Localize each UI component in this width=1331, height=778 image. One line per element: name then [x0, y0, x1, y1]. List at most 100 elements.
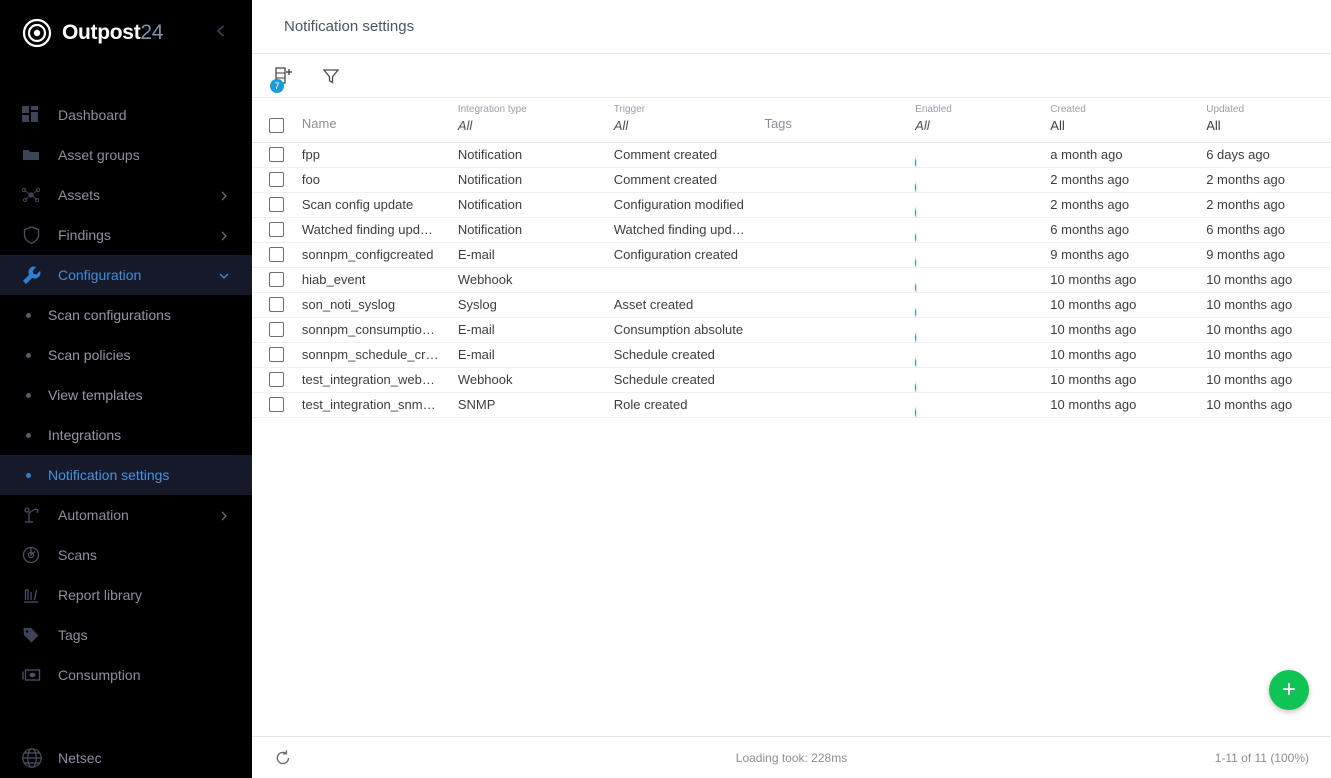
select-all-checkbox[interactable]: [269, 117, 285, 133]
table-toolbar: 7: [252, 54, 1331, 98]
row-integration-type-cell: E-mail: [457, 342, 614, 368]
row-enabled-cell: [915, 342, 1051, 368]
row-name-cell: fpp: [301, 141, 458, 168]
toggle-knob: [915, 377, 917, 391]
row-checkbox[interactable]: [269, 222, 285, 237]
row-updated-cell: 10 months ago: [1206, 317, 1331, 343]
column-filter-created[interactable]: All: [1050, 118, 1206, 133]
chevron-left-icon[interactable]: [210, 20, 232, 42]
row-checkbox[interactable]: [269, 297, 285, 312]
row-trigger-cell: Schedule created: [613, 367, 765, 393]
table-row[interactable]: sonnpm_configcreated E-mail Configuration …: [252, 242, 1331, 268]
table-row[interactable]: fpp Notification Comment created a month ag…: [252, 141, 1331, 168]
row-checkbox[interactable]: [269, 347, 285, 362]
row-name-cell: Watched finding upd…: [301, 217, 458, 243]
column-filter-updated[interactable]: All: [1206, 118, 1331, 133]
sidebar-item-label: Netsec: [58, 750, 102, 766]
row-name-cell: hiab_event: [301, 267, 458, 293]
row-enabled-cell: [915, 267, 1051, 293]
folder-icon: [20, 144, 42, 166]
table-row[interactable]: son_noti_syslog Syslog Asset created 10 mon…: [252, 292, 1331, 318]
row-select-cell: [252, 242, 302, 268]
table-row[interactable]: test_integration_snm… SNMP Role created 10 …: [252, 392, 1331, 418]
column-header-tags[interactable]: Tags: [764, 98, 916, 143]
column-add-icon[interactable]: 7: [270, 63, 296, 93]
column-filter-integration-type[interactable]: All: [458, 118, 614, 133]
row-name-cell: sonnpm_schedule_cr…: [301, 342, 458, 368]
sidebar-item-consumption[interactable]: Consumption: [0, 655, 252, 695]
row-trigger-cell: Role created: [613, 392, 765, 418]
column-header-trigger[interactable]: Trigger All: [613, 98, 765, 143]
pagination-summary: 1-11 of 11 (100%): [1214, 750, 1309, 765]
sidebar-item-notification-settings[interactable]: Notification settings: [0, 455, 252, 495]
row-select-cell: [252, 317, 302, 343]
row-tags-cell: [764, 267, 916, 293]
column-filter-enabled[interactable]: All: [915, 118, 1050, 133]
funnel-filter-icon[interactable]: [318, 63, 344, 89]
row-integration-type-cell: Notification: [457, 192, 614, 218]
row-integration-type-cell: E-mail: [457, 317, 614, 343]
chevron-right-icon: [218, 189, 230, 201]
sidebar-item-asset-groups[interactable]: Asset groups: [0, 135, 252, 175]
table-row[interactable]: Watched finding upd… Notification Watched …: [252, 217, 1331, 243]
row-enabled-cell: [915, 167, 1051, 193]
row-name-cell: Scan config update: [301, 192, 458, 218]
sidebar-item-report-library[interactable]: Report library: [0, 575, 252, 615]
sidebar-item-findings[interactable]: Findings: [0, 215, 252, 255]
column-header-trigger-title: Trigger: [613, 103, 646, 115]
table-row[interactable]: Scan config update Notification Configurat…: [252, 192, 1331, 218]
sidebar-item-configuration[interactable]: Configuration: [0, 255, 252, 295]
sidebar-item-netsec[interactable]: Netsec: [0, 738, 252, 778]
row-checkbox[interactable]: [269, 247, 285, 262]
row-checkbox[interactable]: [269, 272, 285, 287]
table-row[interactable]: hiab_event Webhook 10 months ago 10 months …: [252, 267, 1331, 293]
row-tags-cell: [764, 292, 916, 318]
scan-radar-icon: [20, 544, 42, 566]
sidebar-item-automation[interactable]: Automation: [0, 495, 252, 535]
sidebar-item-view-templates[interactable]: View templates: [0, 375, 252, 415]
row-tags-cell: [764, 192, 916, 218]
toggle-knob: [915, 227, 917, 241]
table-row[interactable]: sonnpm_consumptio… E-mail Consumption abso…: [252, 317, 1331, 343]
sidebar-subitem-label: Integrations: [48, 427, 122, 443]
sidebar-item-integrations[interactable]: Integrations: [0, 415, 252, 455]
row-checkbox[interactable]: [269, 197, 285, 212]
column-header-updated[interactable]: Updated All: [1206, 98, 1331, 143]
row-checkbox[interactable]: [269, 147, 285, 162]
row-name-cell: sonnpm_configcreated: [301, 242, 458, 268]
row-integration-type-cell: SNMP: [457, 392, 614, 418]
row-checkbox[interactable]: [269, 172, 285, 187]
row-created-cell: a month ago: [1050, 141, 1207, 168]
table-row[interactable]: test_integration_web… Webhook Schedule cre…: [252, 367, 1331, 393]
plus-icon: +: [1281, 676, 1296, 703]
column-header-name[interactable]: Name: [301, 98, 458, 143]
sidebar-subitem-label: Scan configurations: [48, 307, 171, 323]
add-notification-button[interactable]: +: [1269, 670, 1309, 710]
row-enabled-cell: [915, 292, 1051, 318]
column-header-enabled[interactable]: Enabled All: [915, 98, 1051, 143]
bullet-dot-icon: [26, 312, 31, 318]
sidebar-item-scan-policies[interactable]: Scan policies: [0, 335, 252, 375]
table-row[interactable]: sonnpm_schedule_cr… E-mail Schedule create…: [252, 342, 1331, 368]
brand-name: Outpost: [62, 20, 141, 44]
column-header-integration-type-title: Integration type: [457, 103, 527, 115]
sidebar-item-tags[interactable]: Tags: [0, 615, 252, 655]
row-created-cell: 10 months ago: [1050, 292, 1207, 318]
sidebar-item-dashboard[interactable]: Dashboard: [0, 95, 252, 135]
column-header-integration-type[interactable]: Integration type All: [457, 98, 614, 143]
row-select-cell: [252, 217, 302, 243]
table-row[interactable]: foo Notification Comment created 2 months a…: [252, 167, 1331, 193]
row-checkbox[interactable]: [269, 397, 285, 412]
row-checkbox[interactable]: [269, 372, 285, 387]
column-filter-trigger[interactable]: All: [614, 118, 765, 133]
row-checkbox[interactable]: [269, 322, 285, 337]
row-enabled-cell: [915, 217, 1051, 243]
sidebar-item-scans[interactable]: Scans: [0, 535, 252, 575]
refresh-icon[interactable]: [274, 749, 292, 767]
column-header-created[interactable]: Created All: [1050, 98, 1207, 143]
sidebar-item-scan-configurations[interactable]: Scan configurations: [0, 295, 252, 335]
sidebar-item-assets[interactable]: Assets: [0, 175, 252, 215]
shield-icon: [20, 224, 42, 246]
row-created-cell: 10 months ago: [1050, 392, 1207, 418]
row-name-cell: sonnpm_consumptio…: [301, 317, 458, 343]
